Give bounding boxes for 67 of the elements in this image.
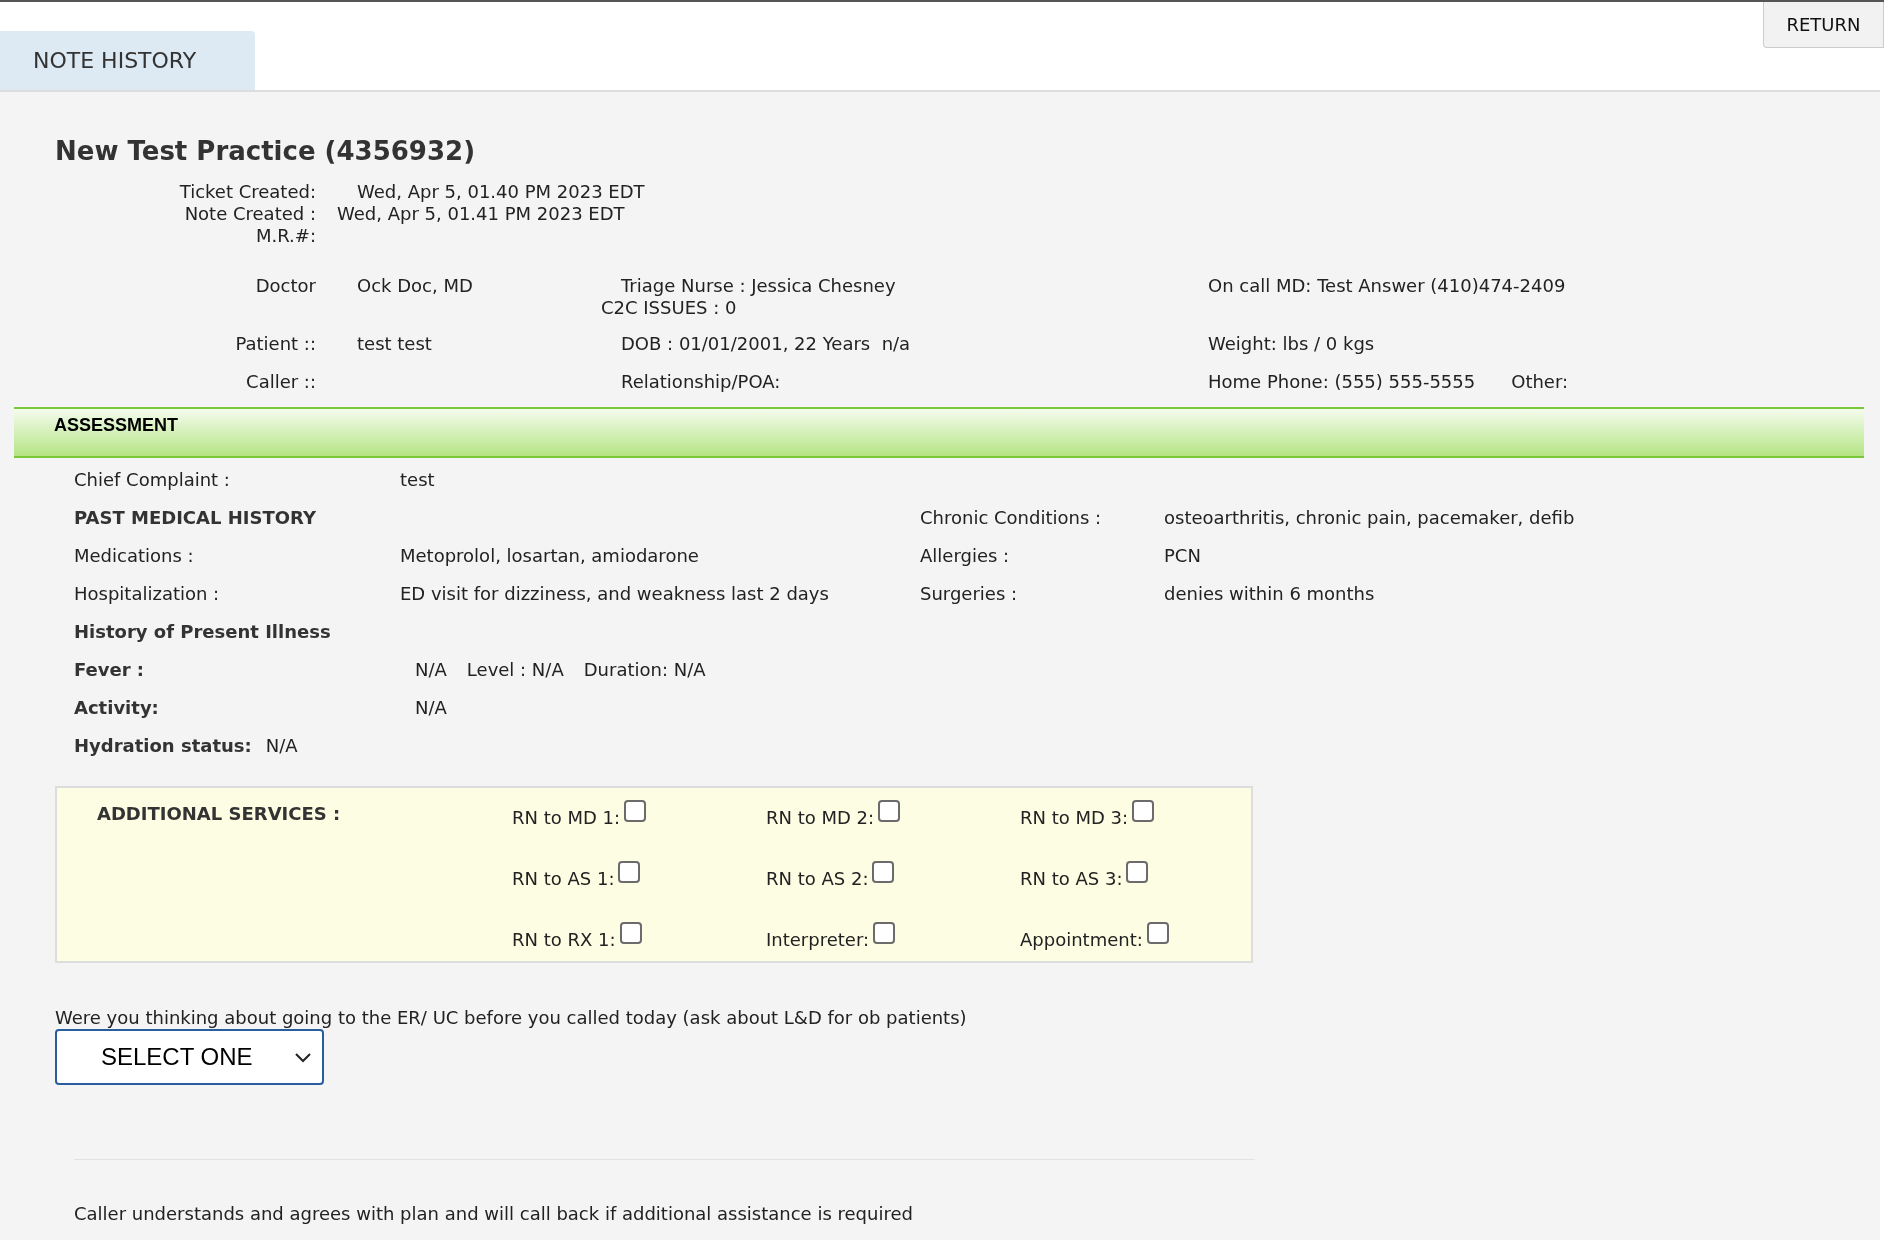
checkbox[interactable] xyxy=(873,922,896,944)
field-value: N/A xyxy=(415,657,447,682)
created-value: Wed, Apr 5, 01.40 PM 2023 EDT xyxy=(357,181,645,203)
service-label: RN to MD 2: xyxy=(766,806,875,830)
assessment-title: ASSESSMENT xyxy=(54,415,179,435)
service-label: RN to RX 1: xyxy=(512,928,616,952)
field-value: Metoprolol, losartan, amiodarone xyxy=(400,543,700,568)
info-label: Caller :: xyxy=(245,371,316,394)
chevron-down-icon xyxy=(294,1051,312,1063)
field-label: Medications : xyxy=(74,543,195,568)
field-label: Hospitalization : xyxy=(74,581,221,606)
checkbox[interactable] xyxy=(872,861,895,883)
checkbox[interactable] xyxy=(1132,800,1155,822)
section-heading: History of Present Illness xyxy=(74,619,332,644)
info-field: Triage Nurse : Jessica Chesney xyxy=(621,275,1208,297)
select-dropdown[interactable]: SELECT ONE xyxy=(55,1029,324,1085)
field-value: ED visit for dizziness, and weakness last 2 days xyxy=(400,581,830,606)
field-value: N/A xyxy=(415,695,447,720)
info-field: Other: xyxy=(1511,371,1569,395)
field-label: Fever : xyxy=(74,657,146,682)
section-heading: PAST MEDICAL HISTORY xyxy=(74,505,317,530)
info-field: Relationship/POA: xyxy=(621,371,1208,393)
field-value: osteoarthritis, chronic pain, pacemaker, defib xyxy=(1164,505,1575,530)
service-label: Interpreter: xyxy=(766,928,870,952)
field-label: Chief Complaint : xyxy=(74,467,231,492)
question-text: Were you thinking about going to the ER/ UC before you called today (ask about L&D for ob patients) xyxy=(55,1007,968,1029)
created-value: Wed, Apr 5, 01.41 PM 2023 EDT xyxy=(337,203,625,225)
service-label: RN to AS 3: xyxy=(1020,867,1123,891)
footer-note: Caller understands and agrees with plan and will call back if additional assistance is required xyxy=(74,1202,914,1226)
info-label: Patient :: xyxy=(234,333,316,356)
field-label: Chronic Conditions : xyxy=(920,505,1103,530)
field-value: test xyxy=(400,467,436,492)
field-value: N/A xyxy=(265,733,298,758)
checkbox[interactable] xyxy=(618,861,641,883)
created-label: Ticket Created: xyxy=(178,181,316,203)
service-label: Appointment: xyxy=(1020,928,1143,952)
field-label: Activity: xyxy=(74,695,160,720)
created-label: Note Created : xyxy=(183,203,316,225)
field-value: Level : N/A xyxy=(466,657,564,682)
field-value: Duration: N/A xyxy=(583,657,706,682)
info-field: Weight: lbs / 0 kgs xyxy=(1208,333,1375,357)
service-label: RN to AS 1: xyxy=(512,867,615,891)
service-label: RN to MD 1: xyxy=(512,806,621,830)
field-value: denies within 6 months xyxy=(1164,581,1375,606)
info-field: Home Phone: (555) 555-5555 xyxy=(1208,371,1476,395)
checkbox[interactable] xyxy=(1146,922,1169,944)
field-label: Hydration status: xyxy=(74,733,252,758)
created-label: M.R.#: xyxy=(255,225,316,247)
info-label: Doctor xyxy=(254,275,316,298)
info-field: DOB : 01/01/2001, 22 Years n/a xyxy=(621,333,1208,355)
info-value: test test xyxy=(357,333,432,354)
info-value: Ock Doc, MD xyxy=(357,275,473,296)
additional-services-title: ADDITIONAL SERVICES : xyxy=(97,802,342,826)
checkbox[interactable] xyxy=(624,800,647,822)
service-label: RN to AS 2: xyxy=(766,867,869,891)
note-history-tab[interactable]: NOTE HISTORY xyxy=(0,31,255,90)
info-field: C2C ISSUES : 0 xyxy=(601,297,1208,319)
practice-title: New Test Practice (4356932) xyxy=(54,135,476,168)
info-field: On call MD: Test Answer (410)474-2409 xyxy=(1208,275,1566,319)
field-label: Allergies : xyxy=(920,543,1011,568)
service-label: RN to MD 3: xyxy=(1020,806,1129,830)
field-value: PCN xyxy=(1164,543,1201,568)
return-button[interactable]: RETURN xyxy=(1763,2,1884,48)
checkbox[interactable] xyxy=(619,922,642,944)
checkbox[interactable] xyxy=(1126,861,1149,883)
checkbox[interactable] xyxy=(878,800,901,822)
field-label: Surgeries : xyxy=(920,581,1019,606)
